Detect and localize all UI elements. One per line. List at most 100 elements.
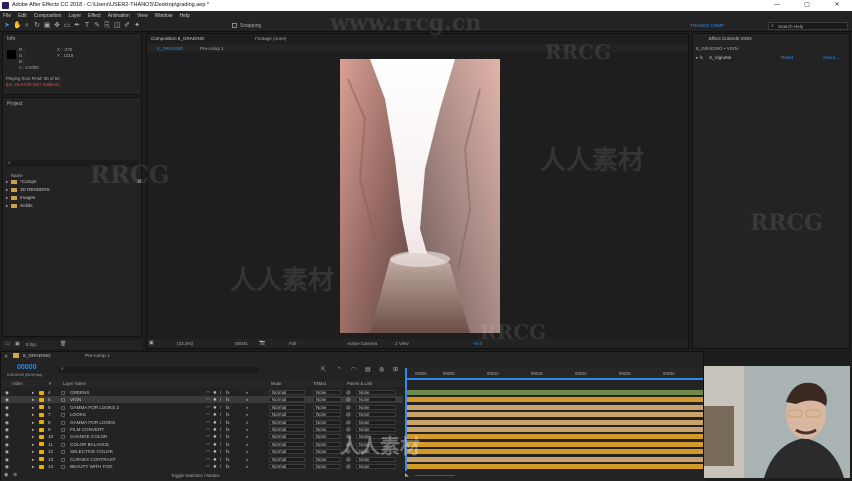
trkmat-dropdown[interactable]: None (313, 412, 341, 418)
label-color-swatch[interactable] (39, 427, 44, 432)
flowchart-icon[interactable]: ⌘ (137, 179, 142, 185)
mode-dropdown[interactable]: Normal (269, 456, 305, 462)
visibility-eye-icon[interactable]: ◉ (5, 456, 9, 463)
layer-duration-bar[interactable] (407, 456, 703, 462)
composition-viewer-canyon-image[interactable] (340, 59, 500, 333)
layer-name[interactable]: GREENS (70, 389, 89, 396)
clone-stamp-tool-icon[interactable]: ⎘ (103, 22, 111, 30)
visibility-eye-icon[interactable]: ◉ (5, 404, 9, 411)
trkmat-dropdown[interactable]: None (313, 449, 341, 455)
parent-dropdown[interactable]: None (356, 464, 396, 469)
layer-row[interactable]: ◉ ▸ 14 ▢ BEAUTY WITH FOG ◠ ✸ / fx ◐ Normal None @ Non… (1, 463, 403, 470)
collapse-switch-icon[interactable]: ✸ (213, 404, 217, 411)
adjustment-layer-icon[interactable]: ◐ (246, 441, 249, 448)
mode-dropdown[interactable]: Normal (269, 404, 305, 410)
pickwhip-icon[interactable]: @ (346, 456, 351, 463)
type-tool-icon[interactable]: T (83, 22, 91, 30)
trkmat-dropdown[interactable]: None (313, 434, 341, 440)
project-tab[interactable]: Project (7, 101, 23, 107)
layer-duration-bar[interactable] (407, 412, 703, 418)
pickwhip-icon[interactable]: @ (346, 441, 351, 448)
maximize-button[interactable]: ▢ (792, 0, 822, 11)
label-color-swatch[interactable] (39, 442, 44, 447)
shy-switch-icon[interactable]: ◠ (206, 426, 210, 433)
pan-behind-tool-icon[interactable]: ✥ (53, 22, 61, 30)
expand-arrow-icon[interactable]: ▸ (32, 456, 34, 463)
visibility-eye-icon[interactable]: ◉ (5, 463, 9, 470)
mode-dropdown[interactable]: Normal (269, 427, 305, 432)
bpc-label[interactable]: 8 bpc (26, 342, 37, 347)
label-color-swatch[interactable] (39, 457, 44, 462)
layer-row[interactable]: ◉ ▸ 6 ▢ GAMMA FOR LOOKS 2 ◠ ✸ / fx ◐ Normal None @ No… (1, 404, 403, 411)
parent-dropdown[interactable]: None (356, 419, 396, 425)
menu-animation[interactable]: Animation (108, 13, 130, 19)
collapse-switch-icon[interactable]: ✸ (213, 456, 217, 463)
layer-row[interactable]: ◉ ▸ 13 ▢ CURVES CONTRAST ◠ ✸ / fx ◐ Normal None @ Non… (1, 456, 403, 463)
collapse-switch-icon[interactable]: ✸ (213, 396, 217, 403)
layer-name[interactable]: CHANGE COLOR (70, 433, 107, 440)
trkmat-dropdown[interactable]: None (313, 456, 341, 462)
menu-edit[interactable]: Edit (18, 13, 27, 19)
project-search[interactable]: ⌕ (6, 160, 139, 167)
menu-effect[interactable]: Effect (88, 13, 101, 19)
toggle-switches-modes[interactable]: Toggle Switches / Modes (171, 473, 220, 478)
pen-tool-icon[interactable]: ✒ (73, 22, 81, 30)
parent-dropdown[interactable]: None (356, 441, 396, 447)
layer-duration-bar[interactable] (407, 434, 703, 440)
shy-switch-icon[interactable]: ◠ (206, 419, 210, 426)
adjustment-layer-icon[interactable]: ◐ (246, 448, 249, 455)
graph-editor-icon[interactable]: ⊞ (393, 366, 398, 373)
layer-duration-bar[interactable] (407, 441, 703, 447)
layer-name[interactable]: GAMMA FOR LOOKS 2 (70, 404, 119, 411)
quality-switch-icon[interactable]: / (220, 396, 221, 403)
visibility-eye-icon[interactable]: ◉ (5, 396, 9, 403)
layer-row[interactable]: ◉ ▸ 11 ▢ COLOR BALANCE ◠ ✸ / fx ◐ Normal None @ None (1, 441, 403, 448)
snapping-checkbox[interactable] (232, 23, 237, 28)
quality-switch-icon[interactable]: / (220, 426, 221, 433)
pickwhip-icon[interactable]: @ (346, 404, 351, 411)
fx-switch-icon[interactable]: fx (226, 433, 230, 440)
project-folder[interactable]: ▸ Images (5, 195, 139, 202)
label-color-swatch[interactable] (39, 390, 44, 395)
trkmat-dropdown[interactable]: None (313, 427, 341, 432)
layer-duration-bar[interactable] (407, 464, 703, 469)
layer-duration-bar[interactable] (407, 404, 703, 410)
eraser-tool-icon[interactable]: ◫ (113, 22, 121, 30)
pickwhip-icon[interactable]: @ (346, 426, 351, 433)
expand-arrow-icon[interactable]: ▸ (32, 448, 34, 455)
search-help-box[interactable]: ⌕ Search Help (768, 22, 848, 30)
rectangle-tool-icon[interactable]: ▭ (63, 22, 71, 30)
expand-arrow-icon[interactable]: ▸ (32, 396, 34, 403)
mode-dropdown[interactable]: Normal (269, 412, 305, 418)
pickwhip-icon[interactable]: @ (346, 448, 351, 455)
pickwhip-icon[interactable]: @ (346, 433, 351, 440)
layer-duration-bar[interactable] (407, 419, 703, 425)
layer-name[interactable]: BEAUTY WITH FOG (70, 463, 113, 470)
fx-switch-icon[interactable]: fx (226, 426, 230, 433)
collapse-switch-icon[interactable]: ✸ (213, 441, 217, 448)
pickwhip-icon[interactable]: @ (346, 463, 351, 470)
layer-name[interactable]: SELECTIVE COLOR (70, 448, 113, 455)
breadcrumb-pre-comp[interactable]: Pre-comp 1 (200, 46, 224, 51)
timeline-tab-pre-comp[interactable]: Pre-comp 1 (85, 354, 110, 359)
camera-tool-icon[interactable]: ▣ (43, 22, 51, 30)
pickwhip-icon[interactable]: @ (346, 419, 351, 426)
mode-dropdown[interactable]: Normal (269, 441, 305, 447)
layer-row[interactable]: ◉ ▸ 9 ▢ FILM CONVERT ◠ ✸ / fx ◐ Normal None @ None (1, 426, 403, 433)
pickwhip-icon[interactable]: @ (346, 396, 351, 403)
collapse-switch-icon[interactable]: ✸ (213, 463, 217, 470)
menu-composition[interactable]: Composition (34, 13, 62, 19)
exposure-offset[interactable]: +0.0 (473, 341, 482, 346)
parent-dropdown[interactable]: None (356, 397, 396, 403)
adjustment-layer-icon[interactable]: ◐ (246, 396, 249, 403)
parent-dropdown[interactable]: None (356, 390, 396, 395)
expand-arrow-icon[interactable]: ▸ (32, 404, 34, 411)
shy-switch-icon[interactable]: ◠ (206, 441, 210, 448)
parent-column-header[interactable]: Parent & Link (347, 380, 372, 387)
expand-arrow-icon[interactable]: ▸ (32, 426, 34, 433)
parent-dropdown[interactable]: None (356, 404, 396, 410)
layer-name-column-header[interactable]: Layer Name (63, 380, 86, 387)
resolution-dropdown[interactable]: Full (289, 341, 296, 346)
collapse-switch-icon[interactable]: ✸ (213, 389, 217, 396)
trkmat-dropdown[interactable]: None (313, 390, 341, 395)
